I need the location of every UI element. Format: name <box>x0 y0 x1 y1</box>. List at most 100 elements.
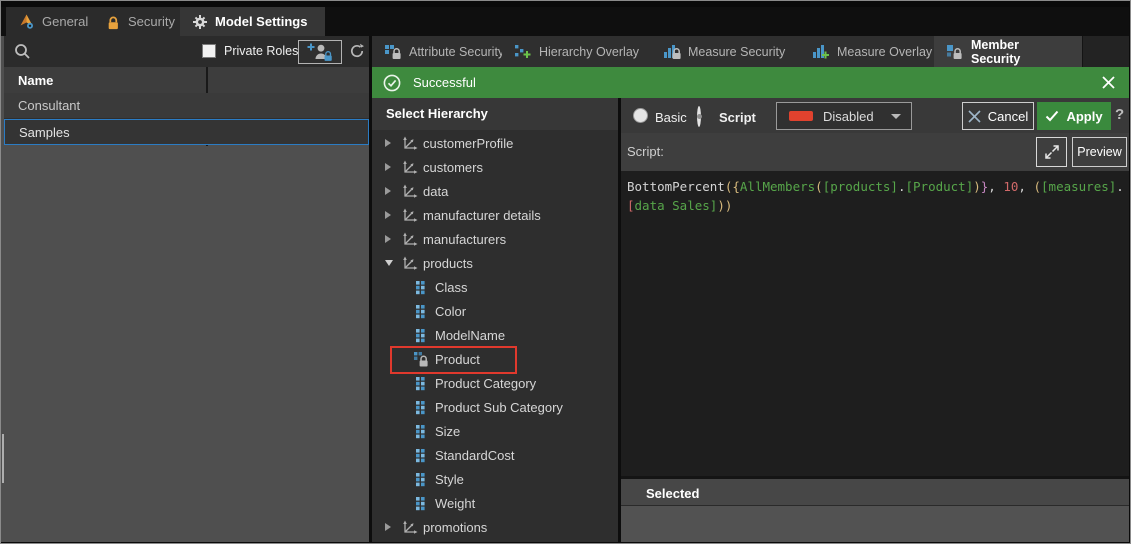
security-tab-bar: Attribute SecurityHierarchy OverlayMeasu… <box>372 36 1129 67</box>
left-scrollbar-thumb[interactable] <box>2 434 4 483</box>
column-header-name[interactable]: Name <box>18 73 53 88</box>
member-security-editor: Basic Script Disabled Cancel Apply ? Scr… <box>621 98 1129 542</box>
code-token: ) <box>973 179 981 194</box>
role-row-consultant[interactable]: Consultant <box>4 93 369 119</box>
chevron-collapsed-icon[interactable] <box>385 187 399 195</box>
tree-item-standardcost[interactable]: StandardCost <box>372 443 618 467</box>
selected-section-body <box>621 506 1129 542</box>
tree-item-label: data <box>423 184 448 199</box>
role-name: Consultant <box>18 98 80 113</box>
tree-item-label: Product Category <box>435 376 536 391</box>
status-dropdown[interactable]: Disabled <box>776 102 912 130</box>
hierarchy-icon <box>399 520 419 535</box>
tree-item-promotions[interactable]: promotions <box>372 515 618 539</box>
tree-item-customerprofile[interactable]: customerProfile <box>372 131 618 155</box>
code-token: ( <box>1033 179 1041 194</box>
tree-item-products[interactable]: products <box>372 251 618 275</box>
add-private-role-button[interactable] <box>298 40 342 64</box>
tree-item-size[interactable]: Size <box>372 419 618 443</box>
tree-item-label: Product Sub Category <box>435 400 563 415</box>
hierarchy-icon <box>399 256 419 271</box>
code-token: . <box>1116 179 1124 194</box>
top-tab-label: General <box>42 14 88 29</box>
attribute-grid-icon <box>411 399 431 415</box>
tab-hierarchy-overlay[interactable]: Hierarchy Overlay <box>502 36 676 67</box>
tree-item-label: products <box>423 256 473 271</box>
chevron-collapsed-icon[interactable] <box>385 163 399 171</box>
attribute-grid-icon <box>411 423 431 439</box>
preview-button[interactable]: Preview <box>1072 137 1127 167</box>
editor-toolbar: Basic Script Disabled Cancel Apply ? <box>621 98 1129 133</box>
tree-item-data[interactable]: data <box>372 179 618 203</box>
basic-radio[interactable] <box>633 108 648 123</box>
code-token: AllMembers <box>740 179 815 194</box>
tab-label: Member Security <box>971 38 1070 66</box>
app-window: GeneralSecurityModel Settings Private Ro… <box>0 0 1131 544</box>
chevron-expanded-icon[interactable] <box>385 260 399 266</box>
tab-member-security[interactable]: Member Security <box>934 36 1083 67</box>
apply-check-icon <box>1045 110 1059 122</box>
refresh-icon[interactable] <box>349 43 365 59</box>
tree-item-label: Size <box>435 424 460 439</box>
code-token: 10 <box>1003 179 1018 194</box>
tree-item-label: customers <box>423 160 483 175</box>
private-roles-label: Private Roles <box>224 44 298 58</box>
script-radio[interactable] <box>697 106 701 127</box>
hierarchy-icon <box>399 208 419 223</box>
tree-item-product-sub-category[interactable]: Product Sub Category <box>372 395 618 419</box>
cancel-button[interactable]: Cancel <box>962 102 1034 130</box>
tree-item-product-category[interactable]: Product Category <box>372 371 618 395</box>
attribute-grid-icon <box>411 447 431 463</box>
nodes-plus-icon <box>514 44 532 60</box>
script-row: Script: Preview <box>621 133 1129 171</box>
chevron-collapsed-icon[interactable] <box>385 235 399 243</box>
tree-item-label: manufacturer details <box>423 208 541 223</box>
expand-script-button[interactable] <box>1036 137 1067 167</box>
attribute-grid-icon <box>411 471 431 487</box>
close-icon[interactable] <box>1101 75 1116 90</box>
tree-item-label: customerProfile <box>423 136 513 151</box>
tree-item-color[interactable]: Color <box>372 299 618 323</box>
grid-lock-icon <box>384 44 402 60</box>
status-dropdown-value: Disabled <box>823 109 874 124</box>
top-tab-model-settings[interactable]: Model Settings <box>180 7 325 36</box>
tree-item-manufacturer-details[interactable]: manufacturer details <box>372 203 618 227</box>
roles-toolbar: Private Roles <box>4 36 369 67</box>
code-token: BottomPercent <box>627 179 725 194</box>
tree-item-weight[interactable]: Weight <box>372 491 618 515</box>
tree-item-style[interactable]: Style <box>372 467 618 491</box>
tree-item-manufacturers[interactable]: manufacturers <box>372 227 618 251</box>
square-lock-icon <box>946 44 964 60</box>
hierarchy-icon <box>399 136 419 151</box>
apply-button[interactable]: Apply <box>1037 102 1111 130</box>
top-tab-label: Model Settings <box>215 14 307 29</box>
script-label: Script: <box>627 144 664 159</box>
chevron-collapsed-icon[interactable] <box>385 211 399 219</box>
lock-orange-icon <box>105 14 121 30</box>
role-name: Samples <box>19 125 70 140</box>
role-row-samples[interactable]: Samples <box>4 119 369 145</box>
hierarchy-tree: customerProfile customers data manufacturer… <box>372 131 618 542</box>
hierarchy-icon <box>399 232 419 247</box>
chevron-down-icon <box>891 114 901 124</box>
chevron-collapsed-icon[interactable] <box>385 523 399 531</box>
code-line: [data Sales])) <box>627 196 1124 215</box>
attribute-lock-icon <box>411 351 431 367</box>
code-token: { <box>732 179 740 194</box>
tree-item-modelname[interactable]: ModelName <box>372 323 618 347</box>
tree-item-customers[interactable]: customers <box>372 155 618 179</box>
tree-item-label: Class <box>435 280 468 295</box>
attribute-grid-icon <box>411 495 431 511</box>
tree-item-class[interactable]: Class <box>372 275 618 299</box>
chevron-collapsed-icon[interactable] <box>385 139 399 147</box>
code-token: [products] <box>823 179 898 194</box>
help-button[interactable]: ? <box>1115 106 1124 123</box>
search-icon[interactable] <box>14 43 31 60</box>
private-roles-checkbox[interactable] <box>202 44 216 58</box>
tree-item-label: promotions <box>423 520 487 535</box>
tree-item-label: Color <box>435 304 466 319</box>
script-editor[interactable]: BottomPercent({AllMembers([products].[Pr… <box>621 171 1129 472</box>
tree-item-product[interactable]: Product <box>372 347 618 371</box>
tab-measure-security[interactable]: Measure Security <box>651 36 825 67</box>
cancel-x-icon <box>968 110 981 123</box>
